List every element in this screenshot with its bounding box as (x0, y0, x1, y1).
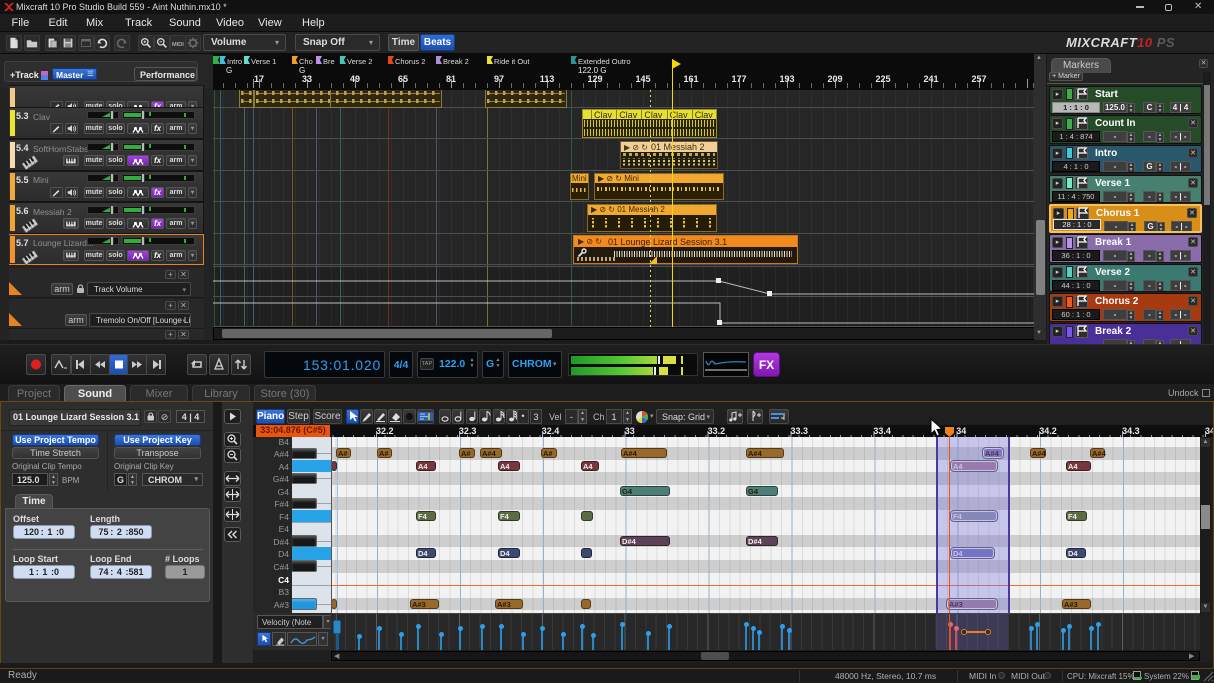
svg-text:MIDI: MIDI (172, 42, 184, 48)
